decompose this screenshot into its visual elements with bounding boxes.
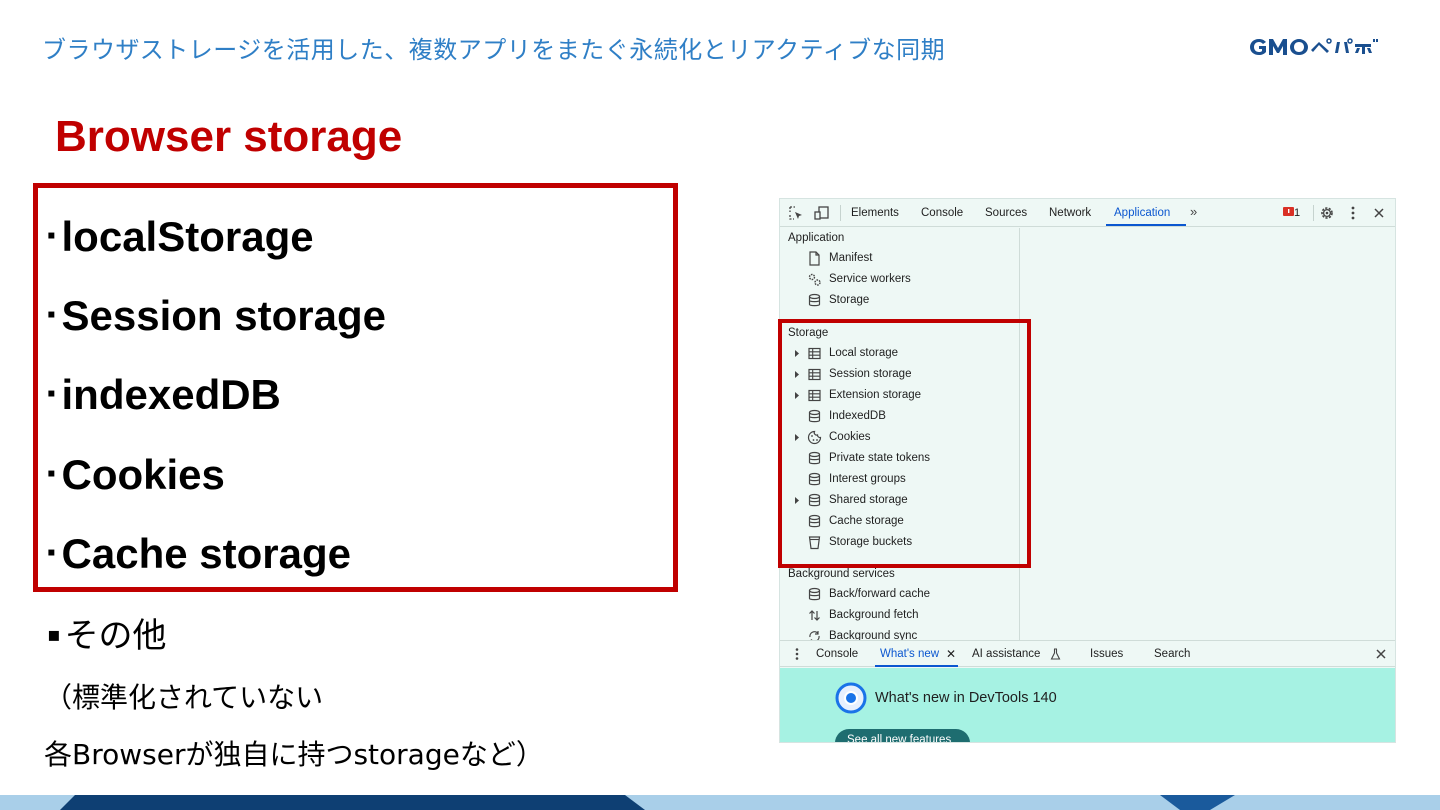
devtools-toolbar: Elements Console Sources Network Applica… [780,199,1395,227]
storage-section-highlight [778,319,1031,568]
slide-title: Browser storage [55,112,403,161]
database-icon [808,587,821,601]
note-line-1: （標準化されていない [44,681,324,714]
tab-network[interactable]: Network [1049,207,1091,219]
settings-gear-icon[interactable] [1319,205,1335,221]
bullet-session-storage: ▪ Session storage [47,292,386,339]
bullet-cookies: ▪ Cookies [47,451,225,498]
close-drawer-icon[interactable] [1374,647,1388,661]
inspect-element-icon[interactable] [788,205,804,221]
drawer-menu-icon[interactable] [793,647,801,661]
drawer-tab-console[interactable]: Console [816,648,858,660]
note-line-2: 各Browserが独自に持つstorageなど） [44,738,544,771]
see-all-features-button[interactable]: See all new features [835,729,970,742]
chrome-logo-icon [835,682,867,714]
flask-icon [1050,648,1061,660]
close-devtools-icon[interactable] [1372,206,1386,220]
application-main-pane [1021,228,1395,640]
tab-application[interactable]: Application [1114,207,1170,219]
error-count[interactable]: 1 [1294,207,1300,219]
toolbar-divider [1313,205,1314,221]
bullet-local-storage: ▪ localStorage [47,213,314,260]
whats-new-title: What's new in DevTools 140 [875,690,1057,706]
sidebar-item-service-workers[interactable]: Service workers [780,270,1020,290]
sidebar-item-storage-overview[interactable]: Storage [780,291,1020,311]
tab-elements[interactable]: Elements [851,207,899,219]
fetch-arrows-icon [809,610,820,621]
document-icon [809,251,820,266]
bullet-indexeddb: ▪ indexedDB [47,371,281,418]
section-heading-background-services: Background services [788,568,895,580]
drawer-tab-issues[interactable]: Issues [1090,648,1123,660]
drawer-tab-whats-new[interactable]: What's new [880,648,939,660]
tab-sources[interactable]: Sources [985,207,1027,219]
more-tabs-icon[interactable]: » [1190,204,1197,219]
gears-icon [808,273,821,286]
database-icon [808,293,821,307]
sidebar-item-manifest[interactable]: Manifest [780,249,1020,269]
bullet-other: ▪ その他 [47,616,167,656]
sidebar-item-back-forward-cache[interactable]: Back/forward cache [780,585,1020,605]
drawer-tabbar: Console What's new ✕ AI assistance Issue… [780,640,1395,667]
drawer-tab-ai-assistance[interactable]: AI assistance [972,648,1040,660]
tab-console[interactable]: Console [921,207,963,219]
section-heading-application: Application [788,232,845,244]
footer-band [0,795,1440,810]
gmo-pepabo-logo [1250,38,1378,55]
header-title: ブラウザストレージを活用した、複数アプリをまたぐ永続化とリアクティブな同期 [42,36,946,64]
whats-new-panel: What's new in DevTools 140 See all new f… [780,668,1395,742]
device-toolbar-icon[interactable] [814,205,830,221]
bullet-cache-storage: ▪ Cache storage [47,530,351,577]
close-tab-icon[interactable]: ✕ [946,647,956,661]
active-tab-indicator [1106,224,1186,226]
sidebar-item-background-fetch[interactable]: Background fetch [780,606,1020,626]
toolbar-divider [840,205,841,221]
active-drawer-tab-indicator [875,665,958,667]
drawer-tab-search[interactable]: Search [1154,648,1190,660]
more-options-icon[interactable] [1348,205,1358,221]
